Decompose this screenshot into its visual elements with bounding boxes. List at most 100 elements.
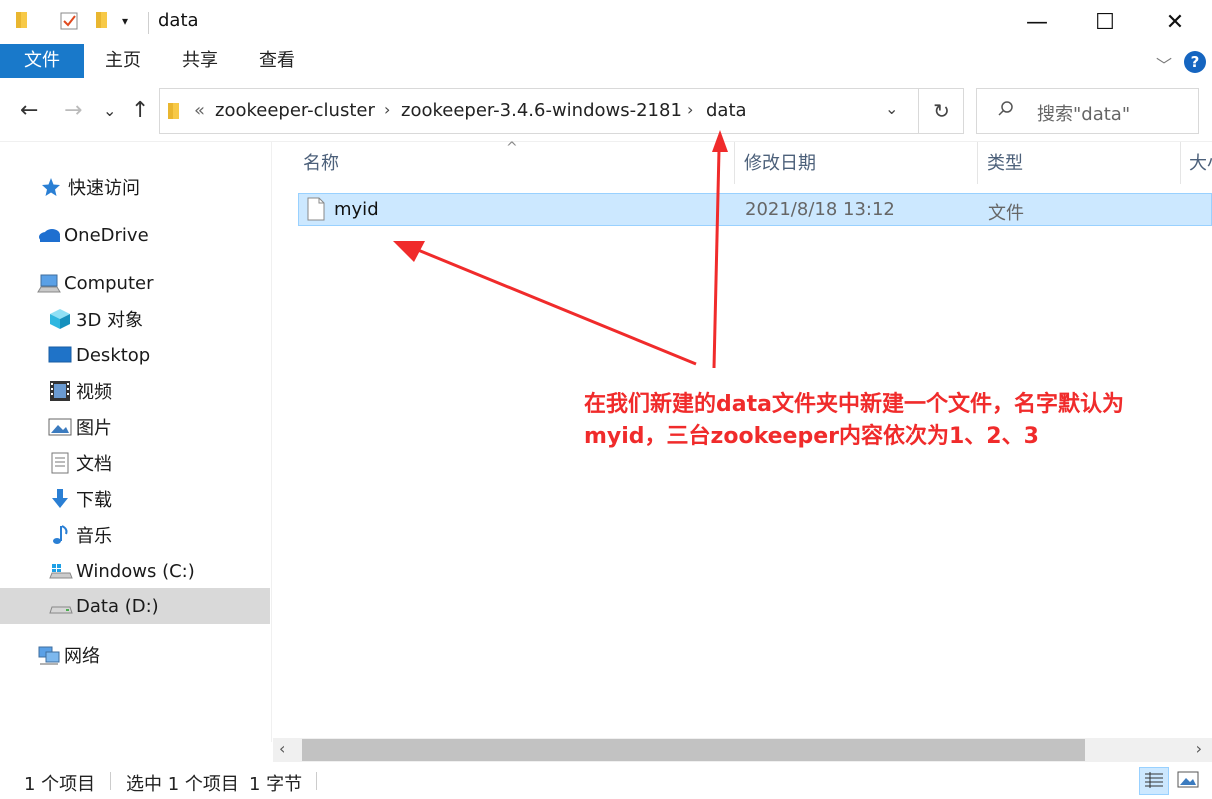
recent-locations-button[interactable]: ⌄ (103, 101, 116, 120)
tab-home[interactable]: 主页 (105, 44, 141, 78)
sidebar-item-onedrive[interactable]: OneDrive (0, 218, 270, 252)
close-button[interactable]: ✕ (1140, 0, 1210, 44)
tab-share[interactable]: 共享 (182, 44, 218, 78)
breadcrumb-zookeeper-cluster[interactable]: zookeeper-cluster (215, 100, 375, 121)
sidebar-item-windows-c[interactable]: Windows (C:) (0, 554, 270, 588)
new-folder-icon[interactable] (94, 10, 110, 35)
chevron-down-icon[interactable]: ⌄ (885, 99, 898, 118)
sidebar-item-label: 图片 (76, 418, 112, 439)
back-button[interactable]: ← (20, 98, 38, 123)
sidebar-item-downloads[interactable]: 下载 (0, 482, 270, 516)
sidebar-item-network[interactable]: 网络 (0, 638, 270, 672)
sidebar-item-label: 3D 对象 (76, 310, 144, 331)
details-view-icon[interactable] (1139, 767, 1169, 795)
navigation-pane: 快速访问 OneDrive Computer 3D 对象 Desktop 视频 … (0, 142, 272, 742)
sidebar-item-pictures[interactable]: 图片 (0, 410, 270, 444)
breadcrumb-overflow[interactable]: « (194, 100, 205, 121)
sidebar-item-desktop[interactable]: Desktop (0, 338, 270, 372)
column-header-size[interactable]: 大小 (1189, 142, 1212, 184)
drive-icon (48, 595, 73, 617)
file-icon (306, 197, 326, 226)
sidebar-item-label: 下载 (76, 490, 112, 511)
scroll-right-icon[interactable]: › (1196, 739, 1202, 758)
ribbon-expand-icon[interactable]: ﹀ (1156, 52, 1172, 76)
scroll-left-icon[interactable]: ‹ (279, 739, 285, 758)
help-icon[interactable]: ? (1184, 51, 1206, 73)
desktop-icon (48, 344, 72, 366)
customize-toolbar-icon[interactable]: ▾ (122, 14, 128, 28)
sidebar-item-label: Data (D:) (76, 595, 159, 617)
sidebar-item-documents[interactable]: 文档 (0, 446, 270, 480)
column-header-name[interactable]: 名称 (303, 142, 339, 184)
folder-icon[interactable] (14, 10, 30, 35)
column-divider[interactable] (1180, 142, 1181, 184)
column-divider[interactable] (734, 142, 735, 184)
window-title: data (158, 10, 199, 31)
selected-count: 选中 1 个项目 (126, 774, 239, 795)
breadcrumb-data[interactable]: data (706, 100, 747, 121)
table-row[interactable]: myid 2021/8/18 13:12 文件 (298, 193, 1212, 226)
file-name: myid (334, 199, 379, 220)
scroll-thumb[interactable] (302, 739, 1085, 761)
status-divider (110, 772, 111, 790)
status-divider (316, 772, 317, 790)
picture-icon (48, 416, 72, 438)
sidebar-item-computer[interactable]: Computer (0, 266, 270, 300)
selected-size: 1 字节 (249, 774, 303, 795)
tab-view[interactable]: 查看 (259, 44, 295, 78)
title-bar: ▾ data — ☐ ✕ (0, 0, 1212, 44)
computer-icon (36, 272, 61, 294)
column-divider[interactable] (977, 142, 978, 184)
maximize-button[interactable]: ☐ (1070, 0, 1140, 44)
tab-file[interactable]: 文件 (0, 44, 84, 78)
refresh-button[interactable]: ↻ (918, 89, 964, 133)
sidebar-item-label: 网络 (64, 646, 100, 667)
search-icon (997, 100, 1015, 123)
chevron-right-icon[interactable]: › (384, 100, 390, 119)
film-icon (48, 380, 72, 402)
network-icon (36, 644, 60, 666)
sidebar-item-music[interactable]: 音乐 (0, 518, 270, 552)
windows-drive-icon (48, 560, 73, 582)
sidebar-item-label: 快速访问 (68, 178, 140, 199)
annotation-line: 在我们新建的data文件夹中新建一个文件，名字默认为 (584, 392, 1124, 417)
cube-icon (48, 308, 72, 330)
download-icon (48, 488, 72, 510)
item-count: 1 个项目 (24, 774, 96, 795)
large-icons-view-icon[interactable] (1174, 767, 1204, 795)
column-header-modified[interactable]: 修改日期 (744, 142, 816, 184)
title-separator (148, 12, 149, 34)
sidebar-item-3d-objects[interactable]: 3D 对象 (0, 302, 270, 336)
annotation-text: 在我们新建的data文件夹中新建一个文件，名字默认为 myid，三台zookee… (584, 389, 1194, 453)
up-button[interactable]: ↑ (131, 98, 149, 123)
music-icon (48, 524, 72, 546)
address-row: ← → ⌄ ↑ « zookeeper-cluster › zookeeper-… (0, 80, 1212, 142)
sidebar-item-label: 音乐 (76, 526, 112, 547)
search-input[interactable]: 搜索"data" (1037, 100, 1130, 126)
breadcrumb-zookeeper-version[interactable]: zookeeper-3.4.6-windows-2181 (401, 100, 682, 121)
chevron-right-icon[interactable]: › (687, 100, 693, 119)
folder-icon (166, 101, 182, 126)
sidebar-item-quick-access[interactable]: 快速访问 (0, 170, 270, 204)
search-box[interactable]: 搜索"data" (976, 88, 1199, 134)
sidebar-item-videos[interactable]: 视频 (0, 374, 270, 408)
column-header-type[interactable]: 类型 (987, 142, 1023, 184)
file-type: 文件 (988, 203, 1024, 224)
document-icon (48, 452, 72, 474)
horizontal-scrollbar[interactable]: ‹ › (273, 738, 1212, 762)
sidebar-item-label: OneDrive (64, 224, 149, 246)
sidebar-item-label: Computer (64, 272, 154, 294)
annotation-line: myid，三台zookeeper内容依次为1、2、3 (584, 424, 1039, 449)
address-bar[interactable]: « zookeeper-cluster › zookeeper-3.4.6-wi… (159, 88, 964, 134)
sidebar-item-label: Windows (C:) (76, 560, 195, 582)
sidebar-item-label: Desktop (76, 344, 151, 366)
minimize-button[interactable]: — (1002, 0, 1072, 44)
cloud-icon (36, 224, 60, 246)
file-modified: 2021/8/18 13:12 (745, 199, 895, 220)
sort-ascending-icon: ^ (506, 140, 518, 156)
star-icon (40, 176, 64, 198)
forward-button[interactable]: → (64, 98, 82, 123)
sidebar-item-data-d[interactable]: Data (D:) (0, 588, 270, 624)
properties-icon[interactable] (58, 10, 80, 37)
status-bar: 1 个项目 选中 1 个项目 1 字节 (0, 762, 1212, 799)
